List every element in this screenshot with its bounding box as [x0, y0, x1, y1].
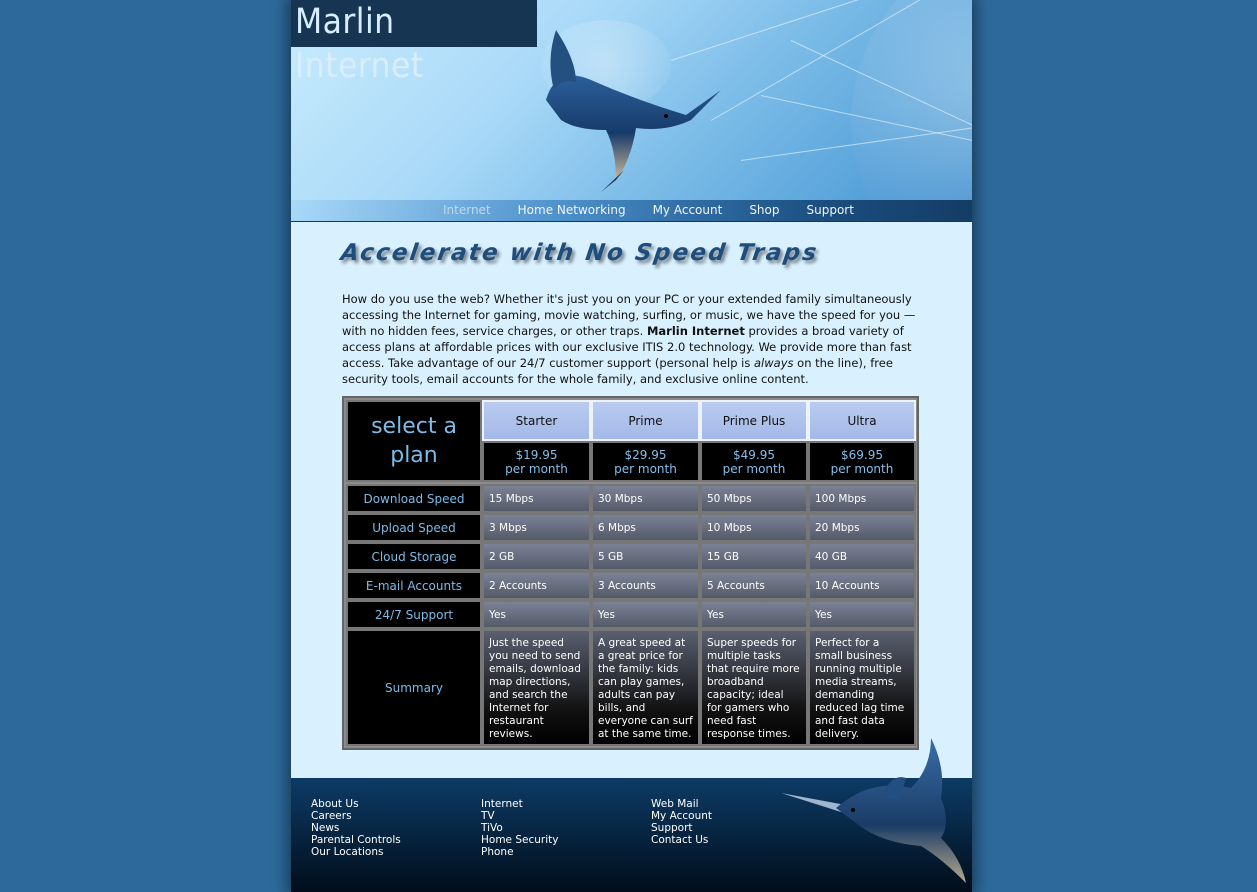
- table-cell: 6 Mbps: [591, 513, 700, 542]
- plan-summary-starter: Just the speed you need to send emails, …: [482, 629, 591, 746]
- intro-brand: Marlin Internet: [646, 323, 745, 338]
- plan-price-prime: $29.95 per month: [591, 441, 700, 482]
- footer-column-company: About Us Careers News Parental Controls …: [311, 798, 401, 858]
- table-cell: Yes: [700, 600, 808, 629]
- row-label-email-accounts: E-mail Accounts: [346, 571, 482, 600]
- table-cell: 3 Accounts: [591, 571, 700, 600]
- nav-support[interactable]: Support: [807, 203, 854, 218]
- plan-price-prime-plus: $49.95 per month: [700, 441, 808, 482]
- page-headline: Accelerate with No Speed Traps: [339, 240, 821, 266]
- row-label-support: 24/7 Support: [346, 600, 482, 629]
- page-container: Marlin Internet Internet Home Networking…: [291, 0, 972, 892]
- table-cell: 3 Mbps: [482, 513, 591, 542]
- table-cell: 30 Mbps: [591, 484, 700, 513]
- table-cell: Yes: [482, 600, 591, 629]
- footer-link-parental-controls[interactable]: Parental Controls: [311, 834, 401, 846]
- nav-internet[interactable]: Internet: [443, 203, 491, 218]
- select-plan-heading: select a plan: [346, 400, 482, 482]
- nav-home-networking[interactable]: Home Networking: [518, 203, 626, 218]
- table-cell: 15 GB: [700, 542, 808, 571]
- nav-my-account[interactable]: My Account: [653, 203, 723, 218]
- plan-summary-prime: A great speed at a great price for the f…: [591, 629, 700, 746]
- table-cell: 20 Mbps: [808, 513, 916, 542]
- price-period: per month: [830, 461, 894, 476]
- main-navigation: Internet Home Networking My Account Shop…: [291, 200, 972, 221]
- plan-price-starter: $19.95 per month: [482, 441, 591, 482]
- footer-link-tv[interactable]: TV: [481, 810, 558, 822]
- plan-comparison-table: select a plan Starter Prime Prime Plus U…: [342, 396, 919, 750]
- table-cell: 2 GB: [482, 542, 591, 571]
- footer-link-news[interactable]: News: [311, 822, 401, 834]
- table-cell: 40 GB: [808, 542, 916, 571]
- footer-link-contact-us[interactable]: Contact Us: [651, 834, 712, 846]
- footer-link-home-security[interactable]: Home Security: [481, 834, 558, 846]
- marlin-icon: [781, 738, 966, 883]
- price-amount: $49.95: [733, 447, 775, 462]
- header-banner: Marlin Internet Internet Home Networking…: [291, 0, 972, 222]
- plan-summary-prime-plus: Super speeds for multiple tasks that req…: [700, 629, 808, 746]
- price-period: per month: [722, 461, 786, 476]
- table-cell: 100 Mbps: [808, 484, 916, 513]
- footer-link-careers[interactable]: Careers: [311, 810, 401, 822]
- row-label-cloud-storage: Cloud Storage: [346, 542, 482, 571]
- footer-column-account: Web Mail My Account Support Contact Us: [651, 798, 712, 846]
- plan-summary-ultra: Perfect for a small business running mul…: [808, 629, 916, 746]
- price-period: per month: [614, 461, 677, 476]
- plan-name-ultra[interactable]: Ultra: [808, 400, 916, 441]
- nav-shop[interactable]: Shop: [749, 203, 779, 218]
- footer-link-phone[interactable]: Phone: [481, 846, 558, 858]
- plan-name-prime[interactable]: Prime: [591, 400, 700, 441]
- plan-name-prime-plus[interactable]: Prime Plus: [700, 400, 808, 441]
- price-amount: $29.95: [624, 447, 667, 462]
- logo[interactable]: Marlin Internet: [291, 0, 537, 86]
- table-cell: 50 Mbps: [700, 484, 808, 513]
- globe-graphic: [851, 0, 972, 221]
- plan-name-starter[interactable]: Starter: [482, 400, 591, 441]
- intro-emphasis: always: [754, 355, 794, 370]
- price-period: per month: [505, 461, 568, 476]
- price-amount: $69.95: [841, 447, 883, 462]
- footer-link-our-locations[interactable]: Our Locations: [311, 846, 401, 858]
- intro-paragraph: How do you use the web? Whether it's jus…: [342, 291, 922, 387]
- row-label-summary: Summary: [346, 629, 482, 746]
- logo-text: Marlin Internet: [295, 2, 424, 86]
- table-cell: 2 Accounts: [482, 571, 591, 600]
- footer-link-my-account[interactable]: My Account: [651, 810, 712, 822]
- table-cell: 10 Mbps: [700, 513, 808, 542]
- footer-link-about-us[interactable]: About Us: [311, 798, 401, 810]
- table-cell: Yes: [591, 600, 700, 629]
- table-cell: 5 Accounts: [700, 571, 808, 600]
- footer-link-web-mail[interactable]: Web Mail: [651, 798, 712, 810]
- table-cell: 15 Mbps: [482, 484, 591, 513]
- table-cell: 5 GB: [591, 542, 700, 571]
- plan-price-ultra: $69.95 per month: [808, 441, 916, 482]
- price-amount: $19.95: [515, 447, 558, 462]
- footer: About Us Careers News Parental Controls …: [291, 738, 972, 892]
- row-label-upload-speed: Upload Speed: [346, 513, 482, 542]
- marlin-icon: [546, 30, 721, 192]
- footer-link-internet[interactable]: Internet: [481, 798, 558, 810]
- table-cell: Yes: [808, 600, 916, 629]
- table-cell: 10 Accounts: [808, 571, 916, 600]
- row-label-download-speed: Download Speed: [346, 484, 482, 513]
- footer-link-tivo[interactable]: TiVo: [481, 822, 558, 834]
- footer-column-services: Internet TV TiVo Home Security Phone: [481, 798, 558, 858]
- footer-link-support[interactable]: Support: [651, 822, 712, 834]
